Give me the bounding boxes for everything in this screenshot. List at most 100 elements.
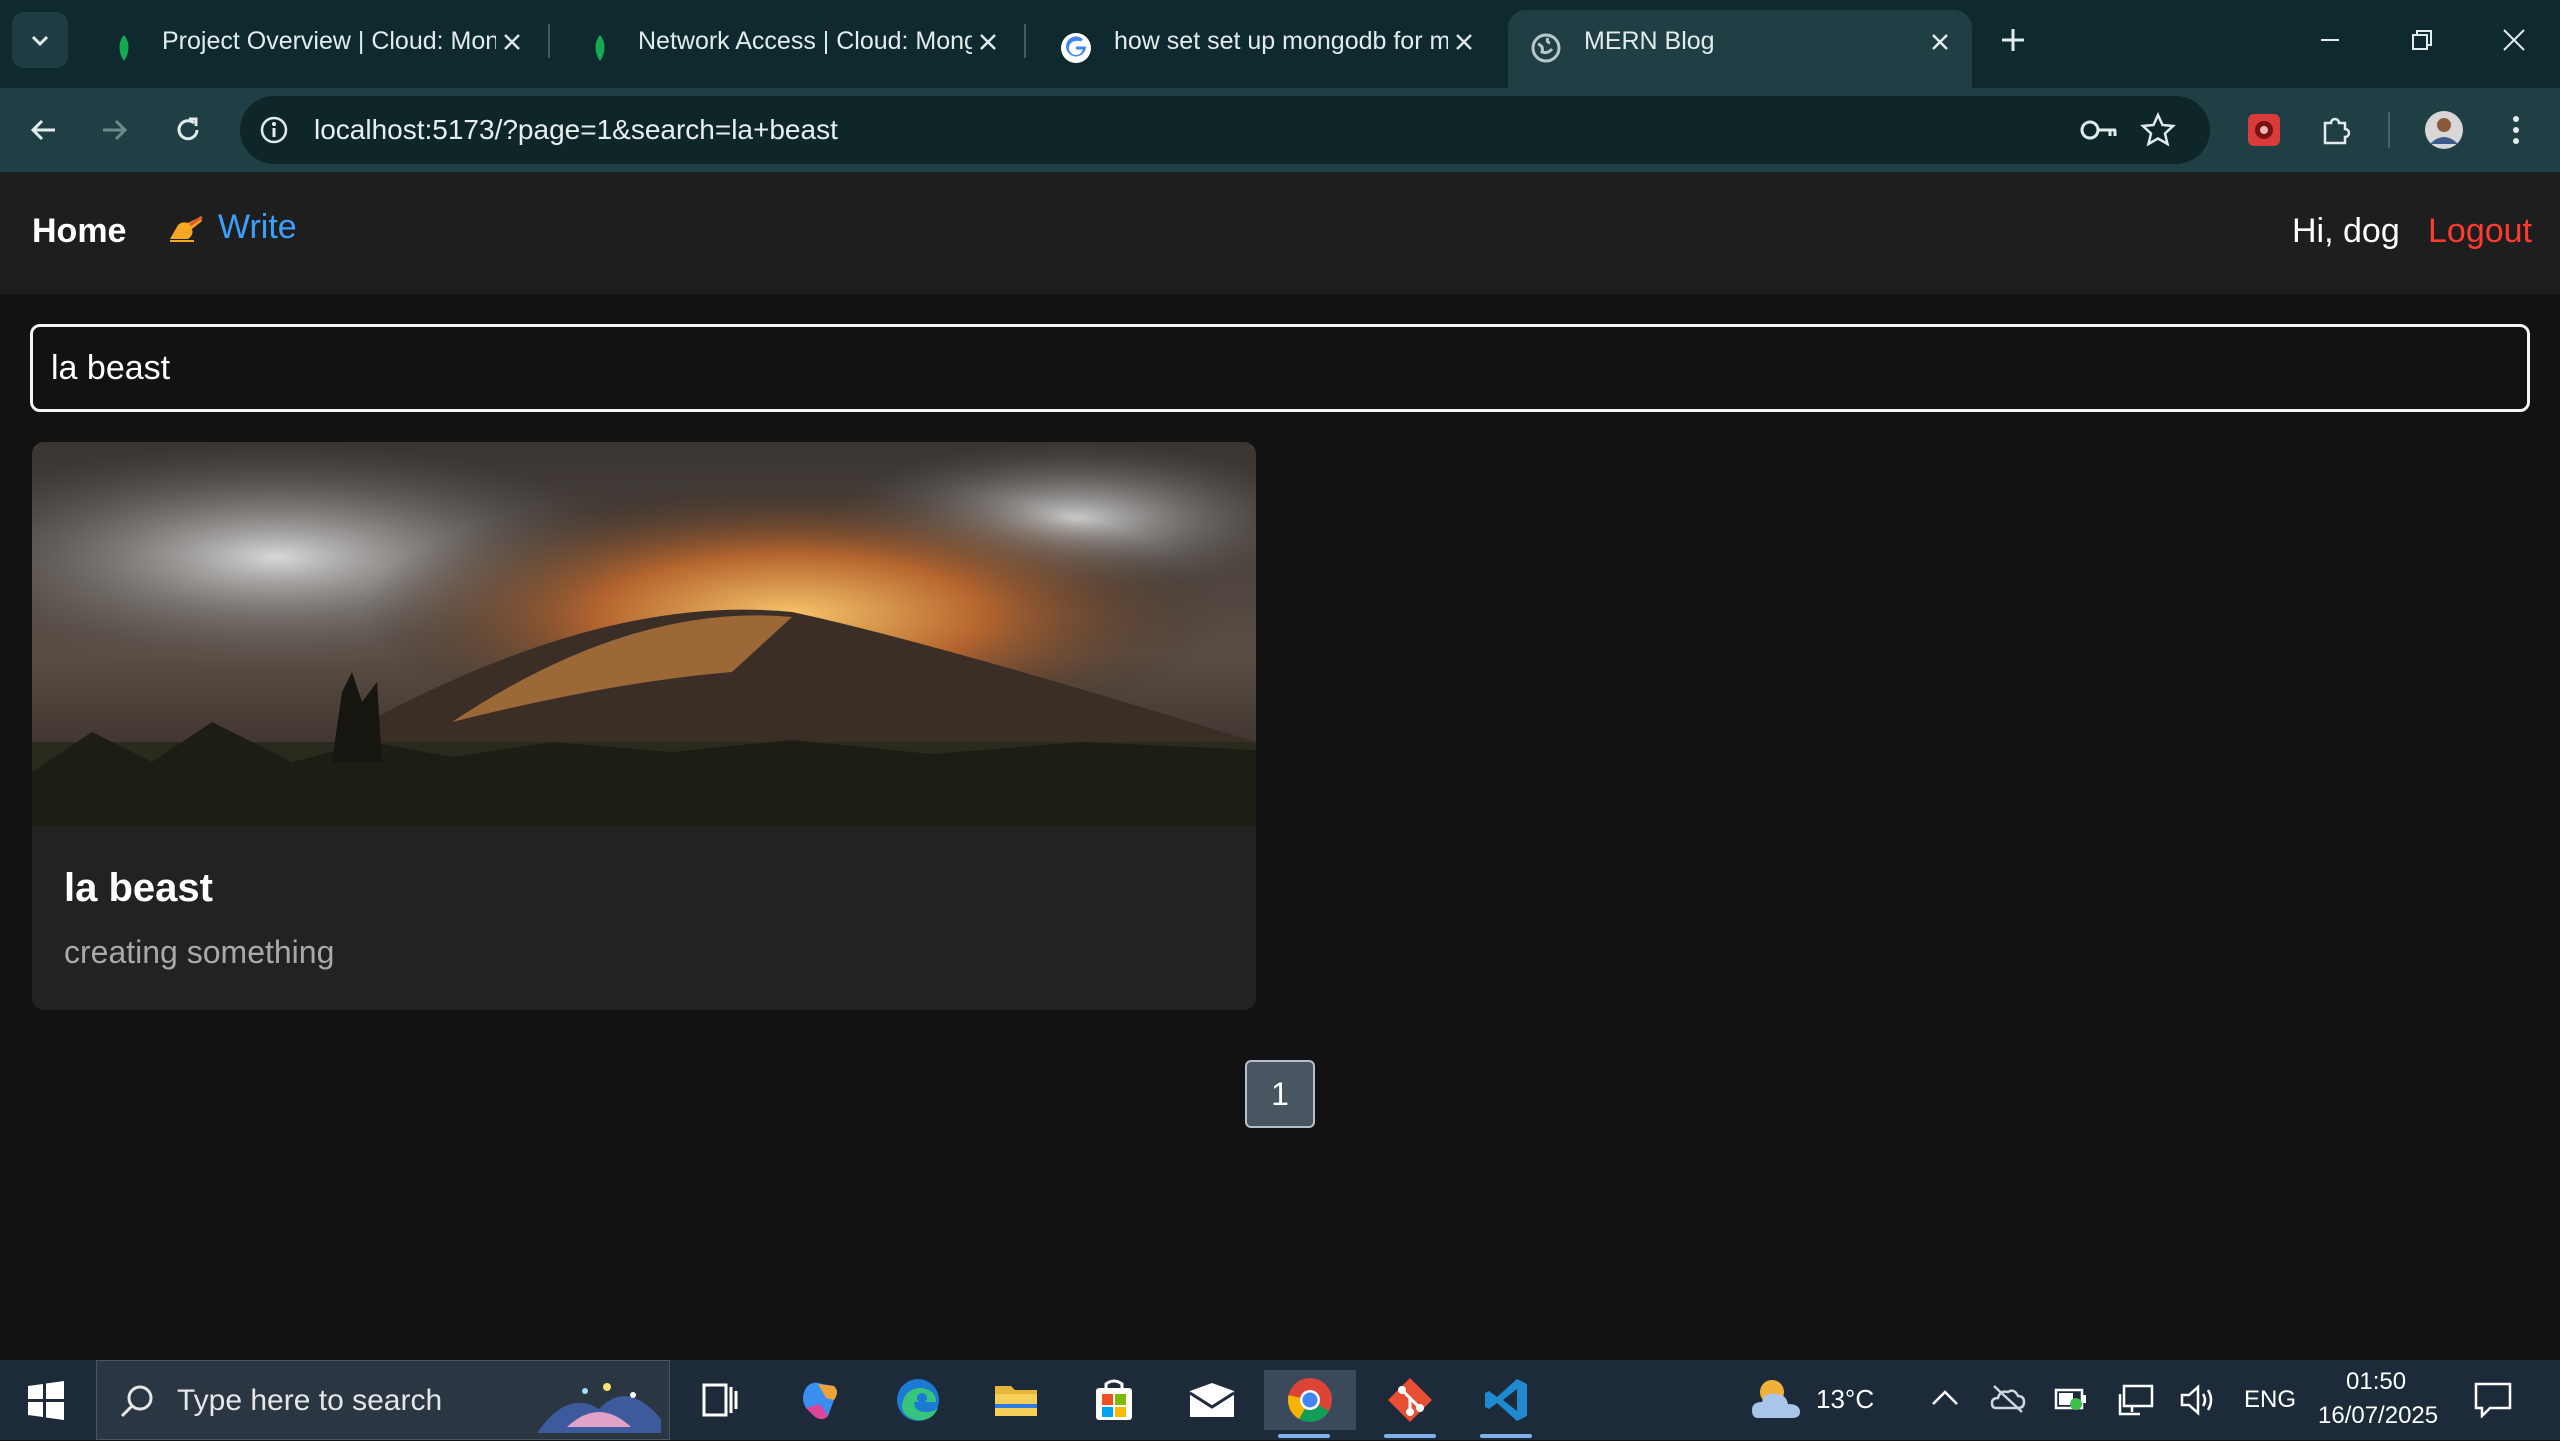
close-icon <box>504 34 520 50</box>
google-icon <box>1061 33 1091 63</box>
post-card[interactable]: la beast creating something <box>32 442 1256 1010</box>
taskbar-search-box[interactable]: Type here to search <box>96 1360 670 1440</box>
onedrive-off-icon[interactable] <box>1990 1384 2026 1414</box>
browser-toolbar: localhost:5173/?page=1&search=la+beast <box>0 88 2560 172</box>
reload-button[interactable] <box>164 106 212 154</box>
mongodb-leaf-icon <box>595 35 605 61</box>
tab-title: MERN Blog <box>1584 27 1715 55</box>
minimize-icon <box>2321 39 2339 41</box>
task-view-button[interactable] <box>680 1370 760 1430</box>
chrome-icon <box>1287 1378 1332 1422</box>
close-icon <box>2503 29 2525 51</box>
edge-app[interactable] <box>878 1370 958 1430</box>
clock-date[interactable]: 16/07/2025 <box>2318 1402 2438 1430</box>
battery-icon[interactable] <box>2054 1384 2090 1414</box>
weather-cloud-icon[interactable] <box>1748 1374 1804 1424</box>
windows-start-icon[interactable] <box>26 1380 66 1420</box>
copilot-icon <box>803 1382 837 1419</box>
windows-taskbar: Type here to search 13°C ENG 01:50 16/07… <box>0 1360 2560 1440</box>
chevron-down-icon <box>31 35 49 47</box>
restore-icon <box>2412 30 2432 50</box>
post-summary: creating something <box>64 934 335 970</box>
browser-menu-button[interactable] <box>2492 106 2540 154</box>
restore-button[interactable] <box>2392 14 2452 66</box>
globe-icon <box>1531 33 1561 63</box>
browser-tab-google-search[interactable]: how set set up mongodb for my <box>1038 10 1498 88</box>
tab-separator <box>1024 24 1026 58</box>
task-view-icon <box>702 1383 738 1417</box>
puzzle-icon <box>2323 117 2351 145</box>
avatar <box>2425 111 2463 149</box>
edge-icon <box>897 1379 939 1421</box>
tab-close-button[interactable] <box>1926 28 1954 56</box>
address-bar[interactable]: localhost:5173/?page=1&search=la+beast <box>240 96 2210 164</box>
close-icon <box>1932 34 1948 50</box>
nav-write-link[interactable]: Write <box>168 208 297 247</box>
file-explorer-app[interactable] <box>976 1370 1056 1430</box>
tab-title: how set set up mongodb for my <box>1114 27 1448 55</box>
minimize-button[interactable] <box>2300 14 2360 66</box>
tab-title: Project Overview | Cloud: Mong <box>162 27 496 55</box>
nav-home-link[interactable]: Home <box>32 212 126 251</box>
tab-close-button[interactable] <box>974 28 1002 56</box>
mail-app[interactable] <box>1172 1370 1252 1430</box>
mongodb-leaf-icon <box>119 35 129 61</box>
forward-button[interactable] <box>90 106 138 154</box>
browser-tab-strip: Project Overview | Cloud: Mong Network A… <box>0 0 2560 88</box>
page-content: Home Write Hi, dog Logout la beast la be… <box>0 172 2560 1360</box>
arrow-right-icon <box>103 119 128 141</box>
browser-tab-mern-blog[interactable]: MERN Blog <box>1508 10 1972 88</box>
extensions-menu-button[interactable] <box>2312 106 2360 154</box>
search-icon <box>120 1385 153 1418</box>
weather-temperature[interactable]: 13°C <box>1816 1384 1874 1415</box>
taskbar-search-placeholder: Type here to search <box>177 1384 443 1417</box>
site-info-icon[interactable] <box>258 114 290 146</box>
close-window-button[interactable] <box>2484 14 2544 66</box>
pagination-page-button[interactable]: 1 <box>1245 1060 1315 1128</box>
browser-tab-network-access[interactable]: Network Access | Cloud: Mongo <box>562 10 1022 88</box>
post-cover-image <box>32 442 1256 826</box>
tab-separator <box>548 24 550 58</box>
vscode-app[interactable] <box>1466 1370 1546 1438</box>
chrome-app[interactable] <box>1264 1370 1356 1438</box>
notifications-icon[interactable] <box>2474 1382 2512 1418</box>
key-icon[interactable] <box>2078 114 2120 146</box>
search-highlight-icon <box>537 1369 661 1433</box>
microsoft-store-app[interactable] <box>1074 1370 1154 1430</box>
new-tab-button[interactable] <box>1993 20 2033 60</box>
extension-app-icon <box>2248 114 2280 146</box>
logout-link[interactable]: Logout <box>2428 212 2532 251</box>
search-input[interactable] <box>30 324 2530 412</box>
browser-tab-project-overview[interactable]: Project Overview | Cloud: Mong <box>86 10 546 88</box>
network-icon[interactable] <box>2118 1384 2154 1416</box>
profile-button[interactable] <box>2420 106 2468 154</box>
back-button[interactable] <box>20 106 68 154</box>
tab-search-button[interactable] <box>12 12 68 68</box>
input-language[interactable]: ENG <box>2244 1386 2296 1414</box>
user-greeting: Hi, dog <box>2292 212 2400 250</box>
volume-icon[interactable] <box>2180 1384 2216 1416</box>
toolbar-divider <box>2388 112 2390 148</box>
git-app[interactable] <box>1370 1370 1450 1438</box>
close-icon <box>980 34 996 50</box>
tab-title: Network Access | Cloud: Mongo <box>638 27 972 55</box>
vscode-icon <box>1485 1379 1527 1421</box>
clock-time[interactable]: 01:50 <box>2346 1368 2406 1396</box>
star-icon[interactable] <box>2140 112 2176 148</box>
chevron-up-icon[interactable] <box>1930 1388 1960 1408</box>
writing-hand-icon <box>170 215 203 242</box>
tab-close-button[interactable] <box>498 28 526 56</box>
tab-close-button[interactable] <box>1450 28 1478 56</box>
mail-icon <box>1189 1383 1235 1417</box>
copilot-app[interactable] <box>780 1370 860 1430</box>
git-icon <box>1388 1378 1432 1422</box>
post-title: la beast <box>64 866 213 910</box>
reload-icon <box>177 117 199 141</box>
url-text: localhost:5173/?page=1&search=la+beast <box>314 114 838 145</box>
folder-icon <box>995 1386 1037 1416</box>
close-icon <box>1456 34 1472 50</box>
extension-button[interactable] <box>2240 106 2288 154</box>
plus-icon <box>2002 29 2024 51</box>
store-icon <box>1096 1379 1132 1420</box>
kebab-menu-icon <box>2513 116 2519 144</box>
